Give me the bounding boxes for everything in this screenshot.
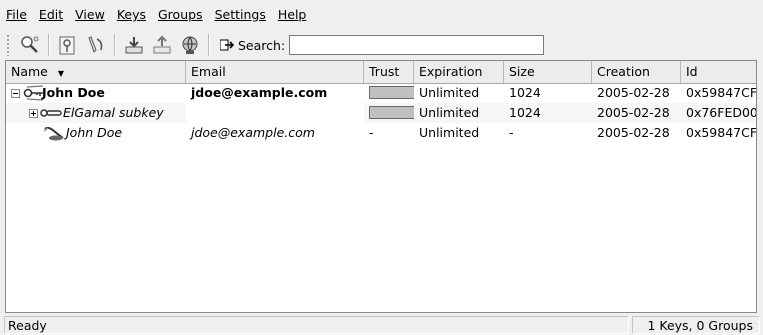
row-id: 0x59847CF5 — [686, 85, 756, 100]
column-id[interactable]: Id — [681, 61, 756, 83]
toolbar-separator — [48, 34, 50, 56]
find-key-icon — [21, 36, 39, 53]
expand-toggle[interactable] — [29, 109, 38, 118]
row-size: 1024 — [509, 105, 541, 120]
search-input[interactable] — [289, 35, 545, 55]
row-name: ElGamal subkey — [63, 105, 164, 120]
column-id-label: Id — [686, 64, 698, 79]
menu-settings[interactable]: Settings — [209, 4, 272, 26]
row-email — [186, 103, 364, 123]
table-row[interactable]: John Doe jdoe@example.com - Unlimited - … — [6, 123, 756, 143]
column-creation[interactable]: Creation — [592, 61, 681, 83]
key-import-icon — [125, 37, 143, 54]
row-expiration: Unlimited — [419, 85, 480, 100]
column-creation-label: Creation — [597, 64, 650, 79]
menu-groups-label: Groups — [158, 7, 203, 22]
toolbar: Search: — [0, 30, 763, 60]
toolbar-separator — [114, 34, 116, 56]
column-email-label: Email — [191, 64, 226, 79]
toolbar-separator — [208, 34, 210, 56]
menu-view-label: View — [75, 7, 105, 22]
key-export-icon — [153, 35, 171, 54]
column-header: Name ▼ Email Trust Expiration Size Creat… — [6, 61, 756, 84]
search-label-text: Search: — [238, 37, 286, 53]
column-expiration-label: Expiration — [419, 64, 483, 79]
menu-file-label: File — [6, 7, 27, 22]
menu-keys-label: Keys — [116, 7, 146, 22]
menu-settings-label: Settings — [214, 7, 266, 22]
row-trust — [364, 103, 414, 123]
search-label: Search: — [220, 38, 285, 53]
column-trust[interactable]: Trust — [364, 61, 414, 83]
menu-help[interactable]: Help — [272, 4, 313, 26]
column-email[interactable]: Email — [186, 61, 364, 83]
menu-edit-label: Edit — [38, 7, 64, 22]
row-size: - — [509, 125, 514, 140]
key-import-button[interactable] — [121, 32, 147, 58]
menu-keys[interactable]: Keys — [111, 4, 152, 26]
row-size: 1024 — [509, 85, 541, 100]
column-expiration[interactable]: Expiration — [414, 61, 504, 83]
keyserver-icon — [182, 36, 198, 54]
row-email: jdoe@example.com — [191, 85, 328, 100]
menu-groups[interactable]: Groups — [152, 4, 209, 26]
menu-bar: File Edit View Keys Groups Settings Help — [0, 0, 763, 30]
trust-bar — [369, 106, 414, 119]
table-row[interactable]: John Doe jdoe@example.com Unlimited 1024… — [6, 83, 756, 103]
table-row[interactable]: ElGamal subkey Unlimited 1024 2005-02-28… — [6, 103, 756, 123]
column-name-label: Name — [11, 64, 48, 79]
menu-help-label: Help — [277, 7, 307, 22]
row-email: jdoe@example.com — [191, 125, 315, 140]
column-trust-label: Trust — [369, 64, 400, 79]
row-id: 0x76FED000 — [686, 105, 756, 120]
user-id-signature-icon — [43, 126, 64, 141]
trust-bar — [369, 86, 414, 99]
menu-edit[interactable]: Edit — [33, 4, 69, 26]
row-expiration: Unlimited — [419, 125, 480, 140]
toolbar-grip[interactable] — [6, 34, 10, 56]
row-creation: 2005-02-28 — [597, 85, 670, 100]
row-creation: 2005-02-28 — [597, 125, 670, 140]
subkey-icon — [40, 109, 62, 117]
row-name: John Doe — [66, 125, 123, 140]
sort-descending-icon: ▼ — [57, 69, 65, 78]
row-expiration: Unlimited — [419, 105, 480, 120]
row-id: 0x59847CF5 — [686, 125, 756, 140]
menu-file[interactable]: File — [0, 4, 33, 26]
row-name: John Doe — [42, 85, 105, 100]
key-list[interactable]: Name ▼ Email Trust Expiration Size Creat… — [5, 60, 757, 313]
column-name[interactable]: Name ▼ — [6, 61, 186, 83]
key-properties-icon — [59, 36, 75, 55]
key-count-status: 1 Keys, 0 Groups — [632, 316, 760, 334]
search-arrow-icon — [220, 39, 234, 51]
key-sign-icon — [88, 36, 103, 53]
collapse-toggle[interactable] — [11, 89, 20, 98]
column-size-label: Size — [509, 64, 535, 79]
key-properties-button[interactable] — [55, 32, 81, 58]
row-trust: - — [369, 125, 374, 140]
status-bar: Ready 1 Keys, 0 Groups — [0, 313, 763, 335]
column-size[interactable]: Size — [504, 61, 592, 83]
status-message: Ready — [4, 316, 629, 334]
keyserver-button[interactable] — [177, 32, 203, 58]
row-creation: 2005-02-28 — [597, 105, 670, 120]
menu-view[interactable]: View — [69, 4, 111, 26]
row-trust — [364, 83, 414, 103]
key-sign-button[interactable] — [83, 32, 109, 58]
key-export-button[interactable] — [149, 32, 175, 58]
find-key-button[interactable] — [17, 32, 43, 58]
